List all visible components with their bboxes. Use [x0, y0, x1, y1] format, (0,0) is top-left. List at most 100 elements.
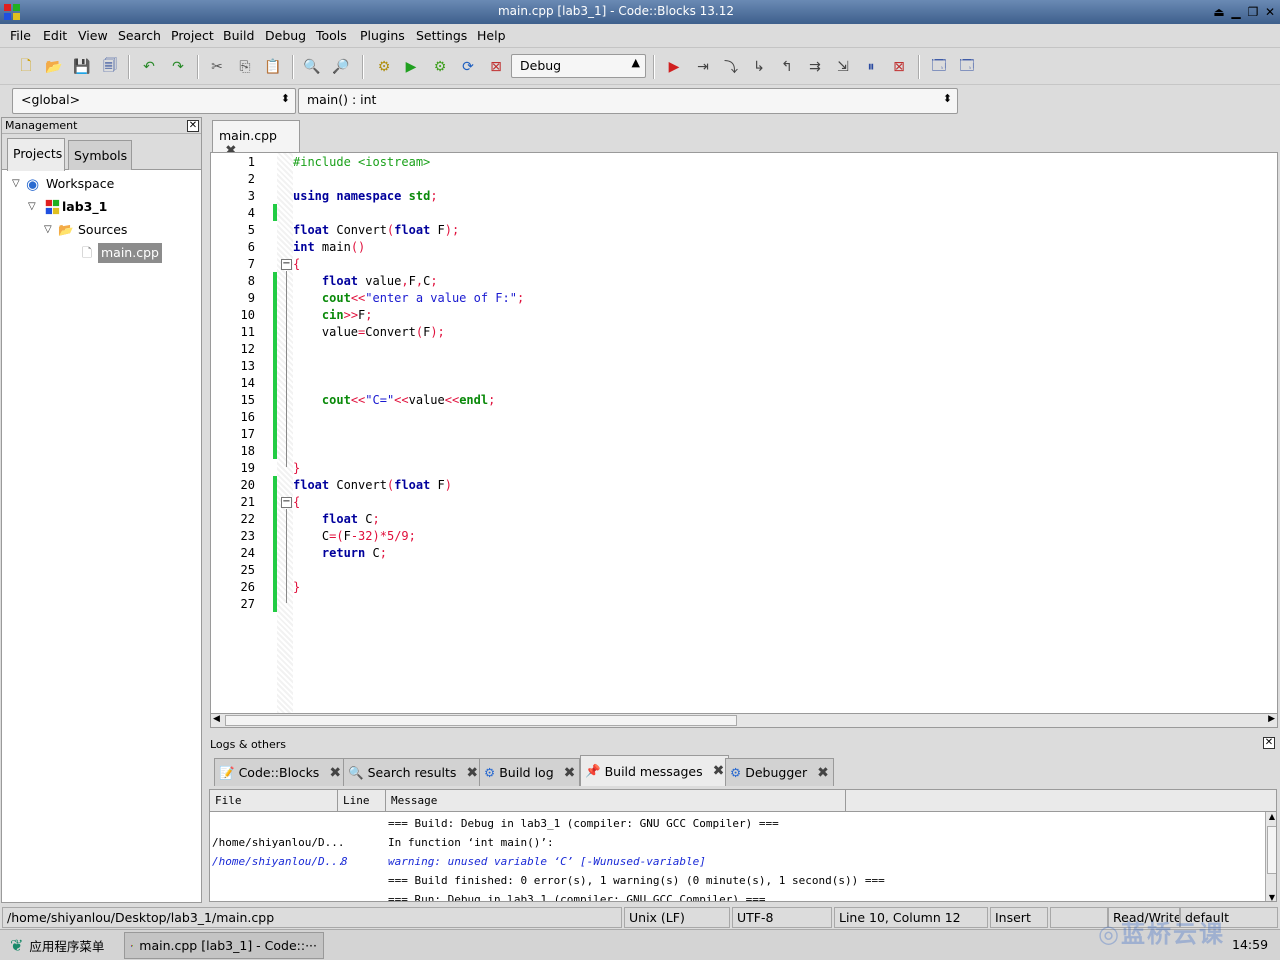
menu-settings[interactable]: Settings: [416, 28, 467, 43]
column-header-file[interactable]: File: [210, 790, 338, 812]
abort-icon[interactable]: ⊠: [486, 57, 506, 77]
editor-tab-main[interactable]: main.cpp ✖: [212, 120, 300, 159]
copy-icon[interactable]: ⎘: [235, 57, 255, 77]
vertical-scrollbar[interactable]: ▲ ▼: [1265, 812, 1276, 901]
scroll-down-icon[interactable]: ▼: [1266, 893, 1276, 901]
debug-start-icon[interactable]: ▶: [664, 57, 684, 77]
pause-icon[interactable]: ⏸: [861, 57, 881, 77]
tab-search-results[interactable]: 🔍 Search results ✖: [343, 758, 484, 786]
tab-build-log[interactable]: ⚙ Build log ✖: [479, 758, 581, 786]
menu-project[interactable]: Project: [171, 28, 214, 43]
expand-arrow-icon[interactable]: ▽: [44, 220, 58, 240]
find-icon[interactable]: 🔍: [302, 57, 322, 77]
code-line: int main(): [293, 240, 366, 254]
shade-icon[interactable]: ⏏: [1211, 4, 1227, 20]
code-line: {: [293, 257, 301, 271]
redo-icon[interactable]: ↷: [168, 57, 188, 77]
tab-codeblocks-log[interactable]: 📝 Code::Blocks ✖: [214, 758, 347, 786]
code-line: {: [293, 495, 301, 509]
column-header-message[interactable]: Message: [386, 790, 846, 812]
menu-edit[interactable]: Edit: [43, 28, 67, 43]
tab-debugger[interactable]: ⚙ Debugger ✖: [725, 758, 834, 786]
menu-plugins[interactable]: Plugins: [360, 28, 405, 43]
cut-icon[interactable]: ✂: [207, 57, 227, 77]
tree-file-main[interactable]: 🗋 main.cpp: [82, 243, 162, 263]
new-file-icon[interactable]: 🗋: [16, 57, 36, 77]
logs-panel: Logs & others ✕ 📝 Code::Blocks ✖ 🔍 Searc…: [207, 734, 1279, 903]
line-number: 23: [240, 529, 255, 543]
menu-search[interactable]: Search: [118, 28, 161, 43]
menu-debug[interactable]: Debug: [265, 28, 306, 43]
scroll-up-icon[interactable]: ▲: [1266, 812, 1276, 821]
build-gear-icon[interactable]: ⚙: [374, 57, 394, 77]
function-select[interactable]: main() : int ⬍: [298, 88, 958, 114]
log-file[interactable]: /home/shiyanlou/D...: [212, 855, 344, 868]
menu-build[interactable]: Build: [223, 28, 254, 43]
logs-title: Logs & others: [210, 738, 286, 751]
menu-tools[interactable]: Tools: [316, 28, 347, 43]
fold-collapse-icon[interactable]: −: [281, 259, 292, 270]
applications-menu-button[interactable]: ❦ 应用程序菜单: [4, 932, 110, 959]
menu-help[interactable]: Help: [477, 28, 506, 43]
next-instruction-icon[interactable]: ⇉: [805, 57, 825, 77]
expand-arrow-icon[interactable]: ▽: [12, 174, 26, 194]
scope-select[interactable]: <global> ⬍: [12, 88, 296, 114]
build-and-run-icon[interactable]: ⚙: [430, 57, 450, 77]
line-number: 12: [240, 342, 255, 356]
fold-collapse-icon[interactable]: −: [281, 497, 292, 508]
menu-view[interactable]: View: [78, 28, 108, 43]
save-icon[interactable]: 💾: [72, 57, 92, 77]
tree-sources-folder[interactable]: ▽ 📂 Sources: [44, 220, 127, 240]
undo-icon[interactable]: ↶: [139, 57, 159, 77]
close-button[interactable]: ✕: [1262, 4, 1278, 20]
build-target-select[interactable]: Debug ▲: [511, 54, 646, 78]
tab-symbols[interactable]: Symbols: [68, 140, 132, 170]
scroll-right-icon[interactable]: ▶: [1268, 714, 1275, 724]
paste-icon[interactable]: 📋: [263, 57, 283, 77]
debug-info-icon[interactable]: 🗔: [957, 57, 977, 77]
stop-debugger-icon[interactable]: ⊠: [889, 57, 909, 77]
tree-workspace[interactable]: ▽ ◉ Workspace: [12, 174, 114, 194]
close-panel-icon[interactable]: ✕: [187, 120, 199, 132]
taskbar-window-button[interactable]: main.cpp [lab3_1] - Code::···: [124, 932, 324, 959]
tree-project[interactable]: ▽ lab3_1: [28, 197, 107, 217]
replace-icon[interactable]: 🔎: [331, 57, 351, 77]
log-file[interactable]: /home/shiyanlou/D...: [212, 836, 344, 849]
step-into-icon[interactable]: ↳: [749, 57, 769, 77]
menu-file[interactable]: File: [10, 28, 31, 43]
restore-button[interactable]: ❐: [1245, 4, 1261, 20]
rebuild-icon[interactable]: ⟳: [458, 57, 478, 77]
code-line: }: [293, 580, 301, 594]
line-number: 13: [240, 359, 255, 373]
toolbar-separator: [197, 55, 199, 79]
step-out-icon[interactable]: ↰: [777, 57, 797, 77]
expand-arrow-icon[interactable]: ▽: [28, 197, 42, 217]
open-file-icon[interactable]: 📂: [44, 57, 64, 77]
close-tab-icon[interactable]: ✖: [329, 765, 341, 781]
applications-menu-label: 应用程序菜单: [29, 939, 105, 954]
run-icon[interactable]: ▶: [401, 57, 421, 77]
scroll-left-icon[interactable]: ◀: [213, 714, 220, 724]
step-into-instruction-icon[interactable]: ⇲: [833, 57, 853, 77]
code-editor[interactable]: − − #include <iostream> using namespace …: [210, 152, 1278, 714]
close-tab-icon[interactable]: ✖: [817, 765, 829, 781]
debug-windows-icon[interactable]: 🗔: [929, 57, 949, 77]
project-label: lab3_1: [62, 199, 108, 214]
fold-margin: [277, 153, 293, 713]
close-tab-icon[interactable]: ✖: [564, 765, 576, 781]
function-value: main() : int: [307, 92, 377, 107]
minimize-button[interactable]: ▁: [1228, 4, 1244, 20]
close-tab-icon[interactable]: ✖: [466, 765, 478, 781]
status-encoding: UTF-8: [732, 907, 832, 928]
close-tab-icon[interactable]: ✖: [713, 763, 725, 779]
scroll-thumb[interactable]: [225, 715, 737, 726]
next-line-icon[interactable]: ⤵: [721, 57, 741, 77]
column-header-line[interactable]: Line: [338, 790, 386, 812]
save-all-icon[interactable]: 🗐: [100, 57, 120, 77]
horizontal-scrollbar[interactable]: ◀ ▶: [210, 713, 1278, 728]
close-logs-icon[interactable]: ✕: [1263, 737, 1275, 749]
scroll-thumb[interactable]: [1267, 826, 1276, 874]
tab-build-messages[interactable]: 📌 Build messages ✖: [580, 755, 730, 786]
run-to-cursor-icon[interactable]: ⇥: [693, 57, 713, 77]
tab-projects[interactable]: Projects: [7, 138, 65, 171]
